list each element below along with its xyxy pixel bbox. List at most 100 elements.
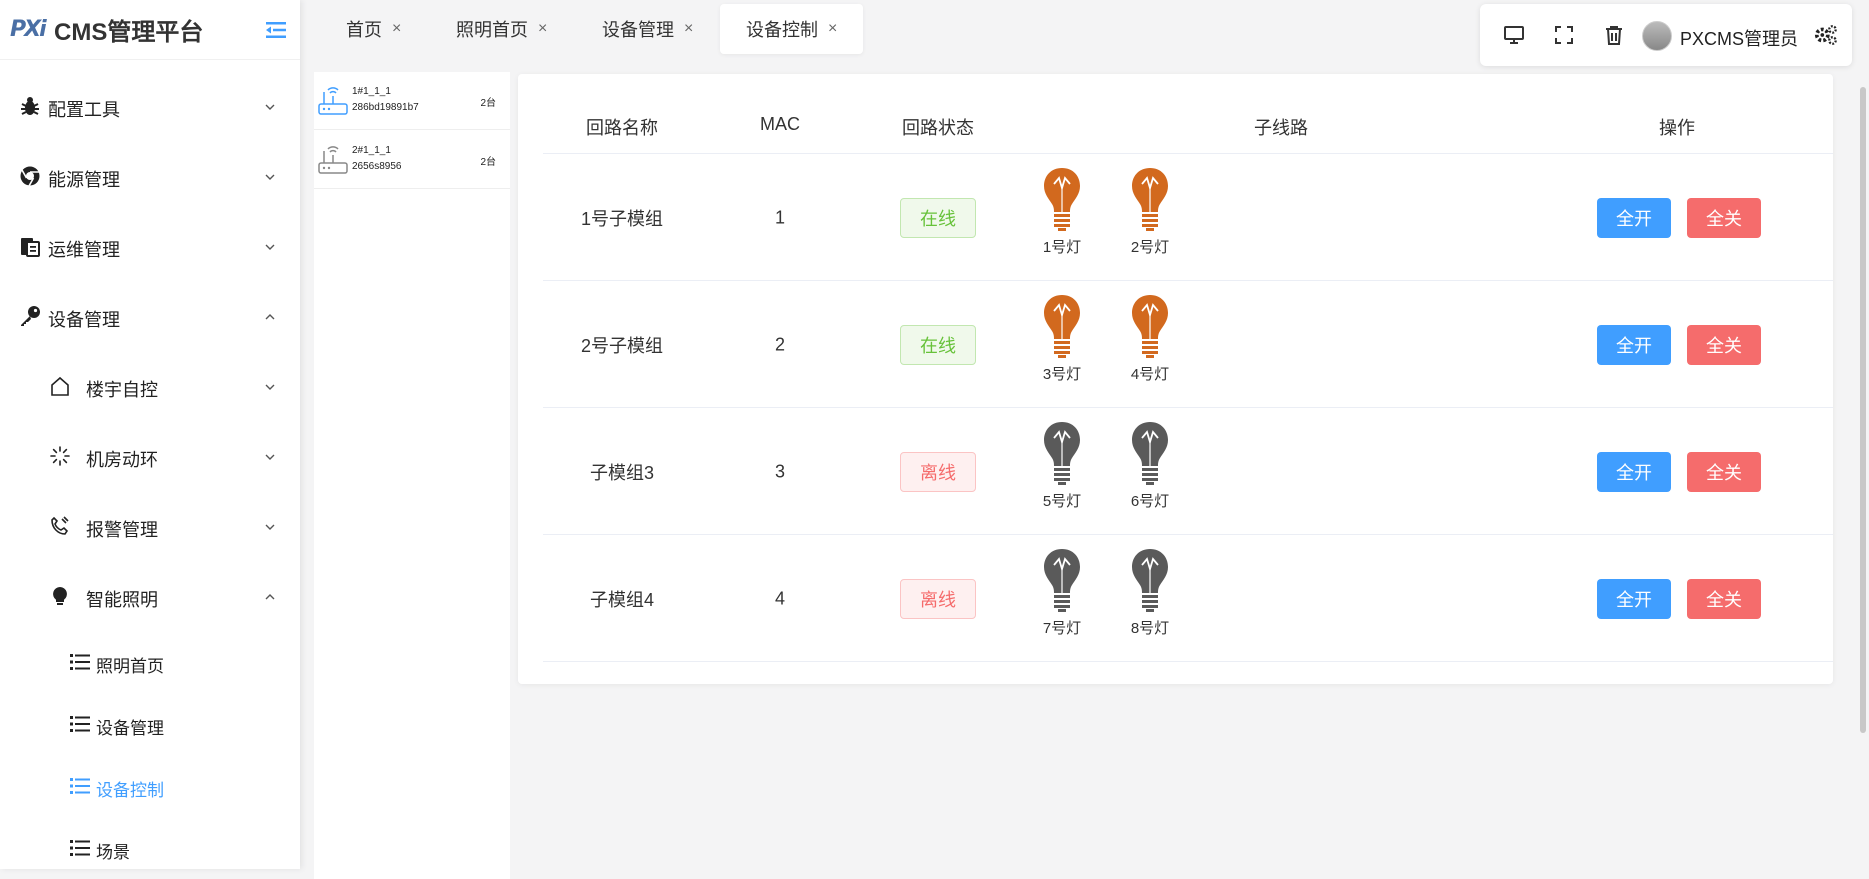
home-icon: [48, 374, 72, 398]
sidebar-item-11[interactable]: 设备控制: [0, 766, 300, 806]
sidebar-item-label: 配置工具: [48, 100, 120, 120]
divider: [543, 534, 1833, 535]
bulb-icon[interactable]: 1号灯: [1038, 166, 1086, 256]
monitor-icon[interactable]: [1502, 23, 1526, 47]
all-on-button[interactable]: 全开: [1597, 197, 1671, 238]
all-off-button[interactable]: 全关: [1687, 197, 1761, 238]
chevron-up-icon: [264, 590, 276, 602]
sidebar-item-6[interactable]: 机房动环: [0, 436, 300, 476]
brand-title: CMS管理平台: [54, 19, 204, 46]
scroll-thumb[interactable]: [1860, 87, 1866, 733]
bulb-icon[interactable]: 8号灯: [1126, 547, 1174, 637]
status-badge: 离线: [900, 451, 976, 492]
sidebar-item-2[interactable]: 能源管理: [0, 156, 300, 196]
bulb-icon[interactable]: 6号灯: [1126, 420, 1174, 510]
sidebar-item-4[interactable]: 设备管理: [0, 296, 300, 336]
tab-device-control[interactable]: 设备控制 ×: [720, 4, 864, 54]
chevron-down-icon: [264, 240, 276, 252]
bulb-icon[interactable]: 4号灯: [1126, 293, 1174, 383]
light-label: 3号灯: [1042, 366, 1082, 383]
sidebar-item-label: 设备管理: [48, 310, 120, 330]
light-label: 8号灯: [1130, 620, 1170, 637]
light-label: 7号灯: [1042, 620, 1082, 637]
status-badge: 在线: [900, 197, 976, 238]
fullscreen-icon[interactable]: [1552, 23, 1576, 47]
divider: [543, 407, 1833, 408]
trash-icon[interactable]: [1602, 23, 1626, 47]
column-header: 回路状态: [902, 118, 974, 138]
status-badge: 离线: [900, 578, 976, 619]
key-icon: [18, 304, 42, 328]
list-icon: [68, 712, 92, 736]
device-mac: 286bd19891b7: [352, 102, 419, 113]
all-off-button[interactable]: 全关: [1687, 324, 1761, 365]
sidebar-item-label: 智能照明: [86, 590, 158, 610]
list-item[interactable]: 2#1_1_1 2656s8956 2台: [314, 131, 510, 189]
router-icon: [318, 82, 348, 118]
all-on-button[interactable]: 全开: [1597, 324, 1671, 365]
all-off-button[interactable]: 全关: [1687, 451, 1761, 492]
list-icon: [68, 650, 92, 674]
sidebar-item-9[interactable]: 照明首页: [0, 642, 300, 682]
loading-icon: [48, 444, 72, 468]
bulb-icon[interactable]: 7号灯: [1038, 547, 1086, 637]
device-name: 1#1_1_1: [352, 86, 391, 97]
chevron-up-icon: [264, 310, 276, 322]
circuit-name: 1号子模组: [580, 208, 664, 229]
sidebar-item-label: 照明首页: [96, 657, 164, 676]
close-icon[interactable]: ×: [828, 20, 837, 38]
tab-lighting-home[interactable]: 照明首页 ×: [430, 4, 573, 54]
username[interactable]: PXCMS管理员: [1680, 25, 1798, 51]
avatar[interactable]: [1642, 21, 1672, 51]
sidebar-item-label: 机房动环: [86, 450, 158, 470]
sidebar-item-10[interactable]: 设备管理: [0, 704, 300, 744]
tab-label: 首页: [346, 20, 382, 40]
close-icon[interactable]: ×: [392, 20, 401, 38]
tab-label: 设备管理: [602, 20, 674, 40]
bulb-icon[interactable]: 5号灯: [1038, 420, 1086, 510]
close-icon[interactable]: ×: [538, 20, 547, 38]
sidebar-item-label: 报警管理: [86, 520, 158, 540]
sidebar-item-label: 场景: [96, 843, 130, 862]
circuit-name: 子模组3: [589, 462, 655, 483]
chevron-down-icon: [264, 450, 276, 462]
sidebar-item-12[interactable]: 场景: [0, 828, 300, 868]
sidebar-item-8[interactable]: 智能照明: [0, 576, 300, 616]
light-label: 6号灯: [1130, 493, 1170, 510]
circuit-mac: 2: [774, 334, 786, 354]
list-icon: [68, 836, 92, 860]
circuit-mac: 4: [774, 588, 786, 608]
close-icon[interactable]: ×: [684, 20, 693, 38]
sidebar-item-1[interactable]: 配置工具: [0, 86, 300, 126]
divider: [543, 153, 1833, 154]
header-toolbar: PXCMS管理员: [1480, 4, 1852, 66]
all-on-button[interactable]: 全开: [1597, 578, 1671, 619]
bug-icon: [18, 94, 42, 118]
menu-collapse-icon[interactable]: [264, 18, 288, 42]
list-item[interactable]: 1#1_1_1 286bd19891b7 2台: [314, 72, 510, 130]
sidebar-item-label: 设备控制: [96, 781, 164, 800]
settings-icon[interactable]: [1814, 23, 1838, 47]
scrollbar[interactable]: [1857, 75, 1869, 735]
bulb-icon[interactable]: 2号灯: [1126, 166, 1174, 256]
all-off-button[interactable]: 全关: [1687, 578, 1761, 619]
divider: [543, 280, 1833, 281]
light-label: 2号灯: [1130, 239, 1170, 256]
light-label: 1号灯: [1042, 239, 1082, 256]
clipboard-icon: [18, 234, 42, 258]
divider: [543, 661, 1833, 662]
all-on-button[interactable]: 全开: [1597, 451, 1671, 492]
tab-label: 设备控制: [746, 20, 818, 40]
chrome-icon: [18, 164, 42, 188]
column-header: 回路名称: [586, 118, 658, 138]
circuit-mac: 3: [774, 461, 786, 481]
bulb-icon[interactable]: 3号灯: [1038, 293, 1086, 383]
device-name: 2#1_1_1: [352, 145, 391, 156]
tab-home[interactable]: 首页 ×: [320, 4, 427, 54]
router-icon: [318, 141, 348, 177]
sidebar-item-7[interactable]: 报警管理: [0, 506, 300, 546]
chevron-down-icon: [264, 100, 276, 112]
sidebar-item-3[interactable]: 运维管理: [0, 226, 300, 266]
tab-device-management[interactable]: 设备管理 ×: [576, 4, 719, 54]
sidebar-item-5[interactable]: 楼宇自控: [0, 366, 300, 406]
